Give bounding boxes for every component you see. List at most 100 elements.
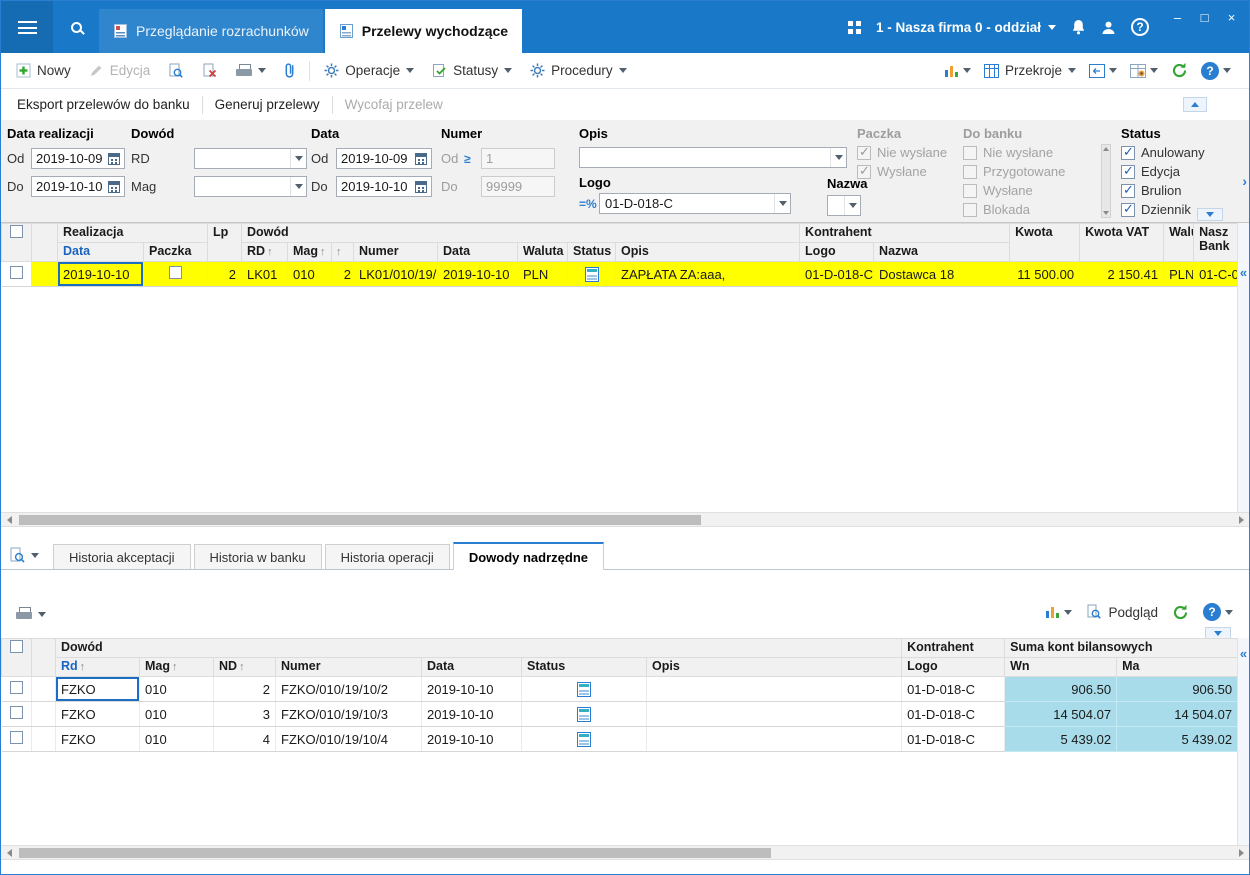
- status-option[interactable]: Anulowany: [1121, 144, 1231, 160]
- document-preview-button[interactable]: [161, 59, 191, 83]
- scroll-left-button[interactable]: [1, 513, 17, 526]
- grid-settings-button[interactable]: [1130, 63, 1158, 78]
- row-select-cell[interactable]: [1, 261, 32, 287]
- scroll-right-button[interactable]: [1233, 846, 1249, 859]
- checkbox[interactable]: [857, 163, 871, 179]
- cell-data[interactable]: 2019-10-10: [421, 676, 522, 702]
- col-header-lp[interactable]: Lp: [207, 223, 242, 262]
- cell-opis[interactable]: [646, 701, 903, 727]
- checkbox[interactable]: [1121, 201, 1135, 217]
- col-header-ma[interactable]: Ma: [1116, 657, 1239, 677]
- collapse-right-panel-button[interactable]: «: [1240, 265, 1247, 280]
- user-profile-icon[interactable]: [1101, 20, 1116, 35]
- scroll-right-button[interactable]: [1233, 513, 1249, 526]
- checkbox[interactable]: [10, 640, 23, 653]
- edit-button[interactable]: Edycja: [82, 59, 158, 82]
- document-row[interactable]: FZKO 010 4 FZKO/010/19/10/4 2019-10-10 0…: [1, 726, 1239, 752]
- refresh-icon[interactable]: [1171, 62, 1188, 79]
- col-header-nazwa[interactable]: Nazwa: [873, 242, 1011, 262]
- export-transfers-button[interactable]: Eksport przelewów do banku: [5, 97, 202, 112]
- cell-nd[interactable]: 4: [213, 726, 276, 752]
- group-header-kontrahent[interactable]: Kontrahent: [901, 638, 1006, 658]
- statuses-menu-button[interactable]: Statusy: [425, 59, 519, 82]
- col-header-data[interactable]: Data: [57, 242, 144, 262]
- nazwa-select[interactable]: [827, 195, 861, 216]
- group-header-kontrahent[interactable]: Kontrahent: [799, 223, 1011, 243]
- paczka-option[interactable]: Wysłane: [857, 163, 957, 179]
- cell-data[interactable]: 2019-10-10: [421, 701, 522, 727]
- cell-ma[interactable]: 5 439.02: [1116, 726, 1239, 752]
- cell-status[interactable]: [521, 701, 647, 727]
- cell-status[interactable]: [567, 261, 616, 287]
- generate-transfers-button[interactable]: Generuj przelewy: [203, 97, 332, 112]
- cell-nd[interactable]: 3: [213, 701, 276, 727]
- col-header-logo[interactable]: Logo: [901, 657, 1006, 677]
- apps-grid-icon[interactable]: [847, 20, 861, 34]
- cell-wn[interactable]: 906.50: [1004, 676, 1118, 702]
- col-header-data2[interactable]: Data: [437, 242, 518, 262]
- calendar-icon[interactable]: [415, 180, 427, 193]
- row-select-cell[interactable]: [1, 726, 32, 752]
- cell-logo[interactable]: 01-D-018-C: [901, 676, 1006, 702]
- opis-select[interactable]: [579, 147, 847, 168]
- col-header-kwota[interactable]: Kwota: [1009, 223, 1081, 262]
- cell-rd[interactable]: FZKO: [55, 676, 140, 702]
- scroll-down-icon[interactable]: [1103, 211, 1109, 215]
- notifications-bell-icon[interactable]: [1071, 19, 1086, 35]
- checkbox[interactable]: [857, 144, 871, 160]
- numer-do-input[interactable]: 99999: [481, 176, 555, 197]
- tab-przelewy-wychodzace[interactable]: Przelewy wychodzące: [324, 9, 523, 53]
- company-selector[interactable]: 1 - Nasza firma 0 - oddział: [876, 20, 1056, 35]
- col-header-numer[interactable]: Numer: [353, 242, 438, 262]
- logo-select[interactable]: 01-D-018-C: [599, 193, 791, 214]
- col-header-nd[interactable]: ↑: [331, 242, 354, 262]
- checkbox[interactable]: [963, 202, 977, 217]
- cell-data[interactable]: 2019-10-10: [421, 726, 522, 752]
- operations-menu-button[interactable]: Operacje: [317, 59, 421, 82]
- checkbox[interactable]: [169, 266, 182, 279]
- chart-button[interactable]: [944, 64, 971, 78]
- do-banku-option[interactable]: Wysłane: [963, 183, 1095, 198]
- refresh-icon[interactable]: [1172, 604, 1189, 621]
- col-header-mag[interactable]: Mag ↑: [287, 242, 332, 262]
- procedures-menu-button[interactable]: Procedury: [523, 59, 634, 82]
- close-button[interactable]: ×: [1218, 5, 1245, 29]
- col-header-numer[interactable]: Numer: [275, 657, 422, 677]
- select-all-header[interactable]: [1, 638, 32, 677]
- data-realizacji-do-input[interactable]: 2019-10-10: [31, 176, 125, 197]
- checkbox[interactable]: [9, 731, 23, 744]
- scrollbar-thumb[interactable]: [19, 848, 771, 858]
- cell-wn[interactable]: 14 504.07: [1004, 701, 1118, 727]
- cell-lp[interactable]: 2: [207, 261, 242, 287]
- status-expand-button[interactable]: [1197, 208, 1223, 221]
- group-header-dowod[interactable]: Dowód: [240, 223, 801, 243]
- filter-panel-collapse-button[interactable]: [1183, 97, 1207, 112]
- cell-logo[interactable]: 01-D-018-C: [901, 726, 1006, 752]
- col-header-kwota-vat[interactable]: Kwota VAT: [1079, 223, 1165, 262]
- cell-wn[interactable]: 5 439.02: [1004, 726, 1118, 752]
- calendar-icon[interactable]: [108, 152, 120, 165]
- checkbox[interactable]: [9, 266, 23, 279]
- filter-panel-expand-right-button[interactable]: ›: [1242, 173, 1247, 189]
- cell-walut[interactable]: PLN: [1163, 261, 1195, 287]
- maximize-button[interactable]: □: [1191, 5, 1218, 29]
- cell-ma[interactable]: 906.50: [1116, 676, 1239, 702]
- collapse-right-panel-button[interactable]: «: [1240, 646, 1247, 661]
- data-do-input[interactable]: 2019-10-10: [336, 176, 432, 197]
- attachments-button[interactable]: [277, 58, 302, 83]
- col-header-walut[interactable]: Walut: [1163, 223, 1195, 262]
- checkbox[interactable]: [1121, 182, 1135, 198]
- global-search-button[interactable]: [53, 1, 99, 53]
- navigate-back-button[interactable]: [1089, 63, 1117, 78]
- dowod-rd-select[interactable]: [194, 148, 307, 169]
- main-grid-hscrollbar[interactable]: [1, 512, 1249, 527]
- cell-opis[interactable]: [646, 726, 903, 752]
- cell-mag[interactable]: 010: [139, 701, 214, 727]
- group-header-realizacja[interactable]: Realizacja: [57, 223, 208, 243]
- col-header-rd[interactable]: RD ↑: [241, 242, 288, 262]
- cell-kwota[interactable]: 11 500.00: [1009, 261, 1081, 287]
- cell-kwota-vat[interactable]: 2 150.41: [1079, 261, 1165, 287]
- col-header-status[interactable]: Status: [567, 242, 616, 262]
- do-banku-option[interactable]: Blokada: [963, 202, 1095, 217]
- select-all-header[interactable]: [1, 223, 32, 262]
